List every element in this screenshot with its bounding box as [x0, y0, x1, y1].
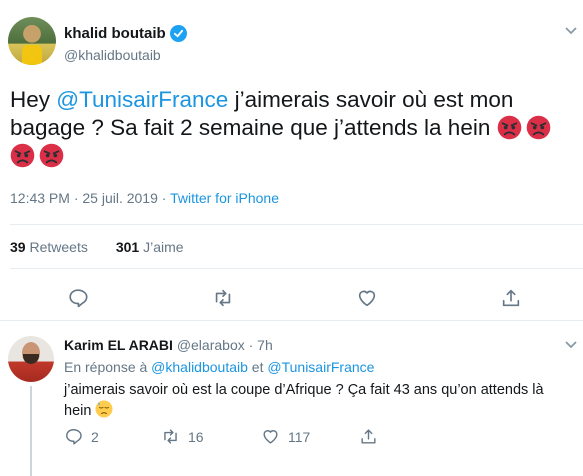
heart-icon[interactable] [356, 287, 378, 309]
share-icon[interactable] [359, 427, 378, 446]
likes-stat[interactable]: 301 J’aime [116, 239, 184, 255]
reply-count: 2 [91, 428, 99, 445]
reply-action-like[interactable]: 117 [261, 427, 310, 446]
retweet-icon[interactable] [212, 287, 234, 309]
heart-icon[interactable] [261, 427, 280, 446]
thread-line [30, 386, 32, 476]
avatar[interactable] [8, 336, 54, 382]
replying-prefix: En réponse à [64, 359, 152, 375]
chevron-down-icon[interactable] [565, 27, 577, 35]
verified-badge-icon [169, 25, 187, 42]
author-name-row[interactable]: khalid boutaib [64, 25, 187, 42]
likes-count: 301 [115, 239, 140, 255]
share-icon[interactable] [500, 287, 522, 309]
mention-link[interactable]: @khalidboutaib [151, 359, 248, 375]
reply-author-row[interactable]: Karim EL ARABI @elarabox · 7h [64, 337, 273, 353]
divider [0, 320, 583, 321]
tweet-stats: 39 Retweets 301 J’aime [10, 239, 184, 255]
tweet-meta: 12:43 PM · 25 juil. 2019 · Twitter for i… [10, 190, 279, 206]
reply-action-reply[interactable]: 2 [64, 427, 99, 446]
retweets-stat[interactable]: 39 Retweets [10, 239, 88, 255]
source-link[interactable]: Twitter for iPhone [170, 190, 279, 206]
reply-tweet[interactable]: Karim EL ARABI @elarabox · 7h En réponse… [0, 322, 583, 476]
chevron-down-icon[interactable] [565, 341, 577, 349]
angry-face-emoji [39, 143, 64, 168]
divider [10, 268, 583, 269]
author-handle[interactable]: @khalidboutaib [64, 47, 161, 63]
angry-face-emoji [10, 143, 35, 168]
reply-text: j’aimerais savoir où est la coupe d’Afri… [64, 380, 564, 421]
angry-face-emoji [497, 115, 521, 140]
avatar[interactable] [8, 17, 56, 65]
like-count: 117 [288, 428, 311, 445]
retweet-count: 16 [188, 428, 204, 445]
tweet-text-start: Hey [10, 87, 57, 112]
retweets-label: Retweets [29, 239, 88, 255]
tweet-actions [0, 287, 583, 309]
reply-action-retweet[interactable]: 16 [161, 427, 204, 446]
reply-icon[interactable] [64, 427, 83, 446]
downcast-face-sweat-emoji [95, 400, 113, 418]
reply-action-share[interactable] [359, 427, 378, 446]
divider [10, 224, 583, 225]
reply-author-name[interactable]: Karim EL ARABI [64, 337, 173, 353]
timestamp[interactable]: 12:43 PM · 25 juil. 2019 · [10, 190, 170, 206]
angry-face-emoji [526, 115, 550, 140]
mention-link[interactable]: @TunisairFrance [56, 87, 228, 112]
likes-label: J’aime [143, 239, 184, 255]
main-tweet: khalid boutaib @khalidboutaib Hey @Tunis… [0, 0, 583, 320]
tweet-text: Hey @TunisairFrance j’aimerais savoir où… [10, 86, 570, 170]
retweets-count: 39 [10, 239, 26, 255]
replying-to: En réponse à @khalidboutaib et @Tunisair… [64, 359, 374, 375]
replying-sep: et [247, 359, 268, 375]
author-name[interactable]: khalid boutaib [64, 25, 166, 42]
reply-icon[interactable] [67, 287, 89, 309]
mention-link[interactable]: @TunisairFrance [267, 359, 374, 375]
reply-author-handle[interactable]: @elarabox · 7h [177, 337, 273, 353]
reply-text-body: j’aimerais savoir où est la coupe d’Afri… [64, 382, 544, 419]
retweet-icon[interactable] [161, 427, 180, 446]
